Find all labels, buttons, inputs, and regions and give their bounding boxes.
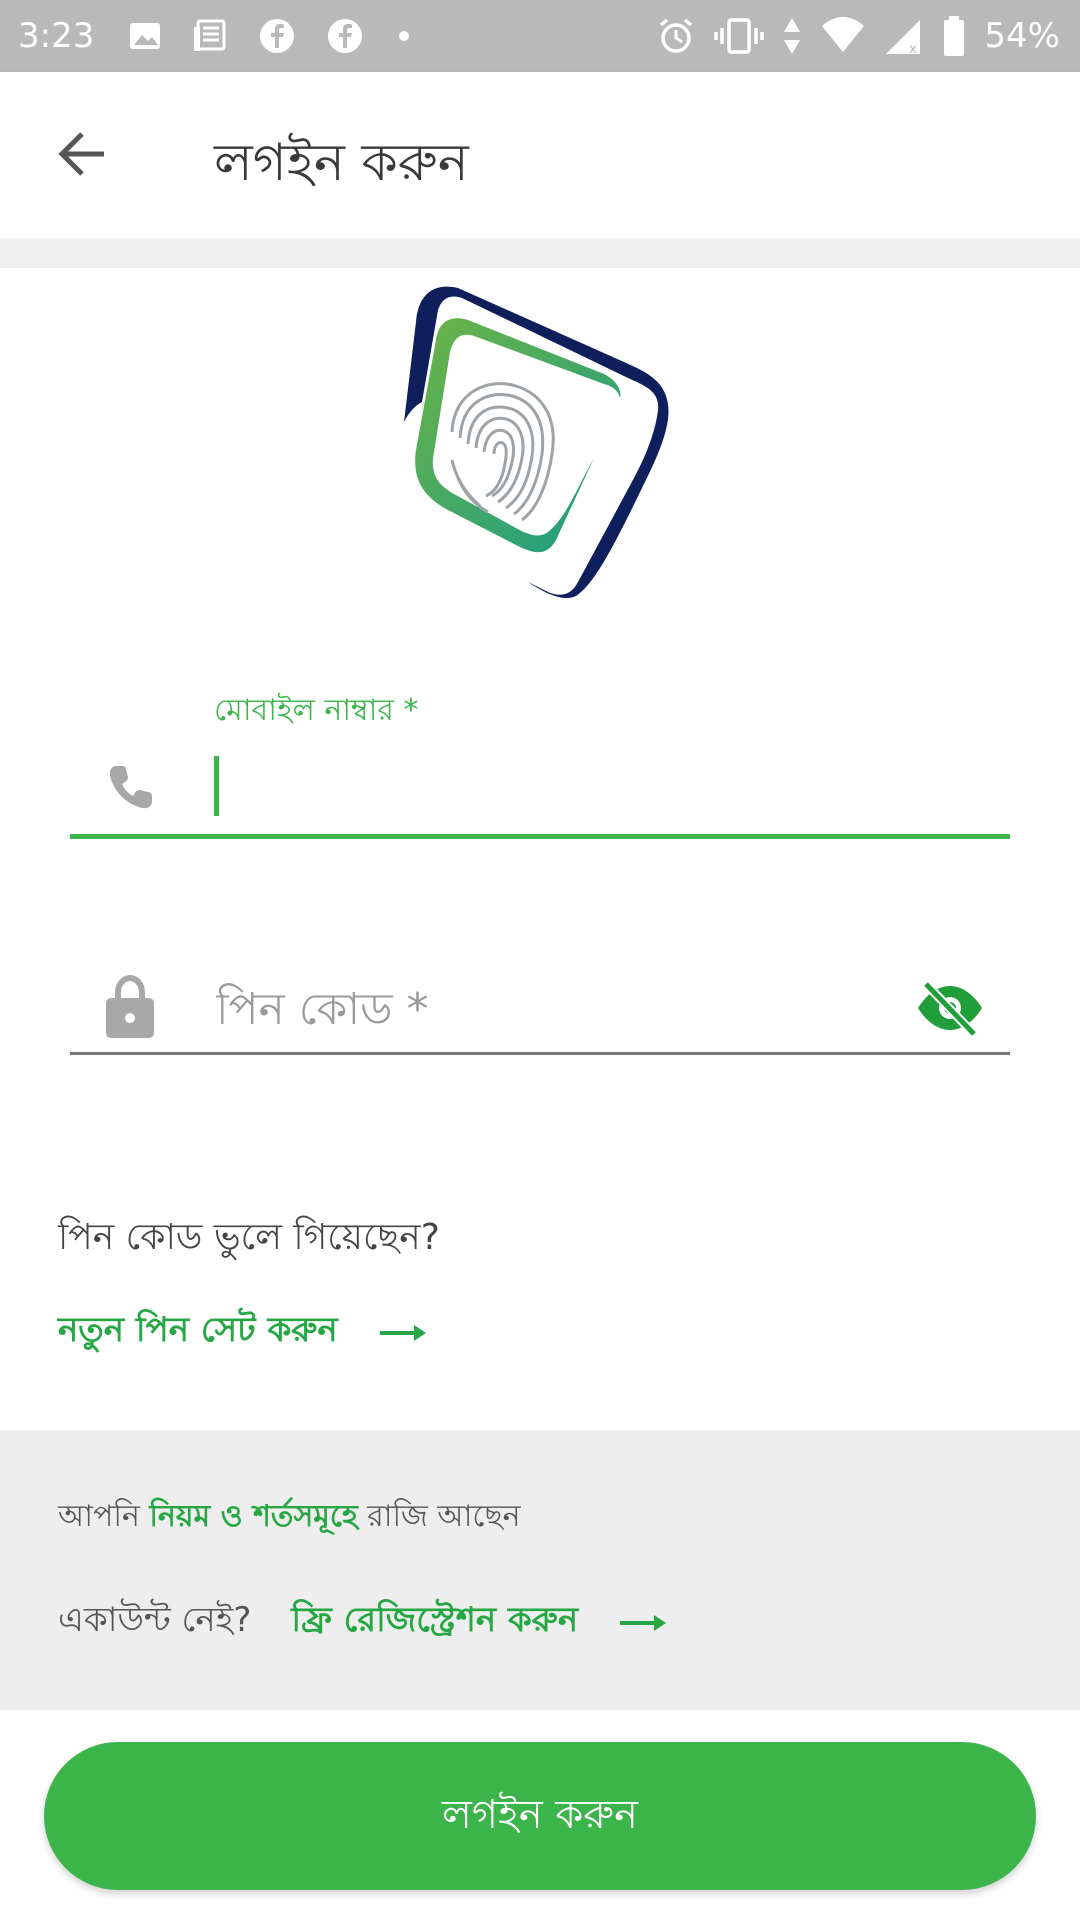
back-arrow-icon[interactable]	[56, 128, 108, 180]
login-button[interactable]: লগইন করুন	[44, 1742, 1036, 1890]
set-new-pin-label: নতুন পিন সেট করুন	[58, 1310, 338, 1350]
battery-percent: 54%	[984, 16, 1060, 56]
terms-link[interactable]: নিয়ম ও শর্তসমূহে	[149, 1499, 357, 1534]
facebook-icon	[328, 19, 363, 53]
lock-icon	[106, 974, 154, 1038]
free-registration-label: ফ্রি রেজিস্ট্রেশন করুন	[291, 1600, 579, 1640]
image-icon	[130, 23, 161, 49]
facebook-icon	[260, 19, 295, 53]
alarm-icon	[660, 18, 693, 53]
battery-icon	[944, 16, 965, 56]
arrow-right-icon	[620, 1614, 667, 1631]
register-line: একাউন্ট নেই? ফ্রি রেজিস্ট্রেশন করুন	[58, 1594, 668, 1651]
mobile-field-underline	[70, 834, 1010, 839]
mobile-number-input[interactable]	[226, 752, 1010, 822]
terms-suffix: রাজি আছেন	[357, 1499, 521, 1534]
wifi-icon	[822, 17, 865, 52]
mobile-field-label: মোবাইল নাম্বার *	[214, 693, 419, 728]
info-panel: আপনি নিয়ম ও শর্তসমূহে রাজি আছেন একাউন্ট…	[0, 1430, 1080, 1710]
terms-line: আপনি নিয়ম ও শর্তসমূহে রাজি আছেন	[58, 1492, 521, 1543]
pin-code-input[interactable]	[214, 976, 898, 1042]
system-icons: x 54%	[656, 15, 1060, 57]
status-time: 3:23	[18, 16, 95, 56]
svg-text:x: x	[909, 42, 917, 56]
signal-icon: x	[886, 20, 921, 56]
forgot-pin-text: পিন কোড ভুলে গিয়েছেন?	[58, 1217, 440, 1258]
news-icon	[194, 19, 226, 51]
arrow-right-icon	[379, 1324, 426, 1341]
no-account-text: একাউন্ট নেই?	[58, 1600, 252, 1640]
status-bar: 3:23 x 54%	[0, 0, 1080, 72]
free-registration-link[interactable]: ফ্রি রেজিস্ট্রেশন করুন	[291, 1594, 668, 1651]
set-new-pin-link[interactable]: নতুন পিন সেট করুন	[58, 1304, 428, 1361]
eye-off-icon[interactable]	[916, 980, 984, 1036]
data-arrows-icon	[784, 18, 801, 54]
vibrate-icon	[714, 18, 765, 54]
phone-icon	[109, 766, 152, 809]
divider	[0, 238, 1080, 268]
page-title: লগইন করুন	[214, 133, 469, 193]
pin-field-underline	[70, 1052, 1010, 1055]
app-bar: লগইন করুন	[0, 72, 1080, 238]
text-cursor	[214, 756, 219, 816]
notification-icons	[128, 17, 414, 55]
fingerprint-logo	[404, 286, 669, 599]
dot-icon	[399, 31, 410, 41]
terms-prefix: আপনি	[58, 1499, 150, 1534]
